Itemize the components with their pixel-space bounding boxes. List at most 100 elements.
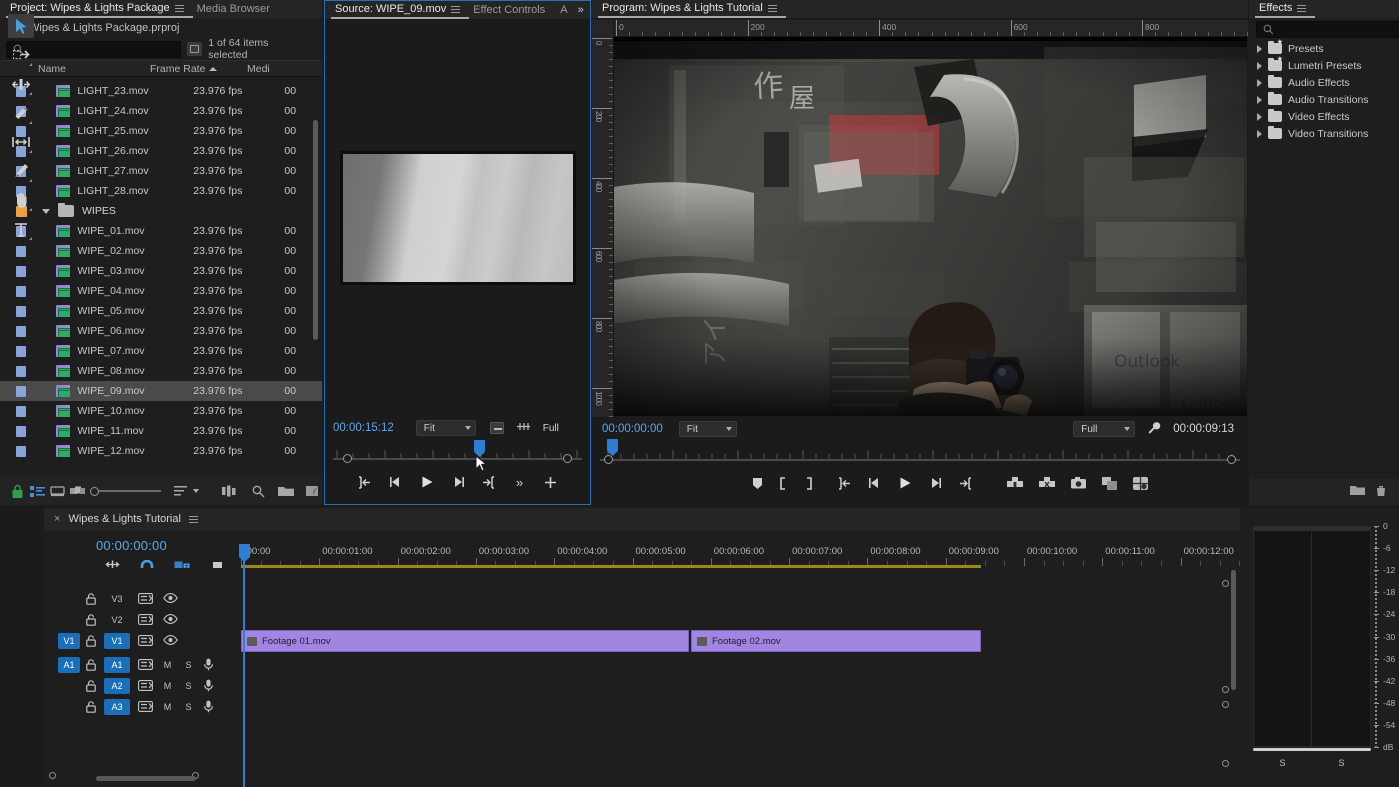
find-button[interactable] — [187, 42, 202, 56]
voice-over-record-icon[interactable] — [203, 700, 215, 713]
lock-track-icon[interactable] — [86, 593, 96, 604]
label-color-swatch[interactable] — [16, 246, 26, 257]
solo-track-button[interactable]: S — [182, 660, 195, 670]
timeline-vertical-scrollbar[interactable] — [1231, 570, 1236, 690]
automate-to-sequence-icon[interactable] — [220, 479, 240, 503]
track-lane-v3[interactable] — [241, 588, 1240, 609]
new-bin-icon[interactable] — [276, 479, 296, 503]
source-playhead[interactable] — [474, 440, 485, 452]
label-color-swatch[interactable] — [16, 446, 26, 457]
table-row[interactable]: WIPES — [0, 201, 322, 221]
select-playback-resolution-icon[interactable] — [490, 422, 504, 434]
chevron-right-icon[interactable] — [1257, 113, 1262, 121]
track-header-v3[interactable]: V3 — [44, 588, 241, 609]
timeline-ruler[interactable]: :00:0000:00:01:0000:00:02:0000:00:03:000… — [241, 544, 1240, 566]
mark-in-icon[interactable] — [356, 473, 374, 491]
disclosure-triangle-icon[interactable] — [38, 209, 54, 214]
tab-effect-controls[interactable]: Effect Controls — [469, 1, 554, 19]
timeline-horizontal-scrollbar[interactable] — [96, 776, 196, 781]
ripple-edit-tool[interactable] — [8, 72, 34, 96]
track-name-v3[interactable]: V3 — [104, 591, 130, 607]
effects-category-row[interactable]: Video Transitions — [1249, 125, 1399, 142]
lock-track-icon[interactable] — [86, 680, 96, 691]
go-to-out-icon[interactable] — [958, 474, 973, 492]
find-icon[interactable] — [248, 479, 268, 503]
table-row[interactable]: WIPE_05.mov23.976 fps00 — [0, 301, 322, 321]
mark-out-icon[interactable] — [480, 473, 498, 491]
track-lane-v2[interactable] — [241, 609, 1240, 630]
table-row[interactable]: LIGHT_25.mov23.976 fps00 — [0, 121, 322, 141]
timeline-clip[interactable]: Footage 02.mov — [691, 630, 981, 652]
effects-search-input[interactable] — [1274, 24, 1399, 35]
new-custom-bin-icon[interactable] — [1350, 485, 1365, 499]
zoom-slider-handle[interactable] — [90, 487, 99, 496]
label-color-swatch[interactable] — [16, 426, 26, 437]
close-sequence-icon[interactable]: × — [54, 513, 60, 525]
tab-audio-clip-mixer[interactable]: A — [554, 1, 573, 19]
chevron-right-icon[interactable] — [1257, 45, 1262, 53]
timeline-playhead-timecode[interactable]: 00:00:00:00 — [96, 538, 167, 553]
program-quality-dropdown[interactable]: Full — [1073, 421, 1135, 437]
mark-out-icon[interactable] — [804, 474, 813, 492]
extract-icon[interactable] — [1039, 474, 1055, 492]
program-out-handle[interactable] — [1227, 455, 1236, 464]
lock-track-icon[interactable] — [86, 614, 96, 625]
mute-track-button[interactable]: M — [161, 660, 174, 670]
bin-item-list[interactable]: LIGHT_23.mov23.976 fps00LIGHT_24.mov23.9… — [0, 81, 322, 471]
project-search-input[interactable] — [24, 44, 164, 55]
toggle-track-output-icon[interactable] — [163, 593, 178, 604]
table-row[interactable]: WIPE_12.mov23.976 fps00 — [0, 441, 322, 461]
delete-custom-item-icon[interactable] — [1375, 485, 1387, 500]
step-back-icon[interactable] — [868, 474, 882, 492]
source-scrub-track[interactable] — [333, 458, 582, 460]
track-lane-a3[interactable] — [241, 696, 1240, 717]
track-select-forward-tool[interactable] — [8, 43, 34, 67]
table-row[interactable]: LIGHT_27.mov23.976 fps00 — [0, 161, 322, 181]
sync-lock-icon[interactable] — [138, 614, 153, 625]
table-row[interactable]: WIPE_01.mov23.976 fps00 — [0, 221, 322, 241]
chevron-right-icon[interactable] — [1257, 62, 1262, 70]
lock-track-icon[interactable] — [86, 635, 96, 646]
track-height-dot-3[interactable] — [1222, 760, 1229, 767]
sort-chevron-icon[interactable] — [191, 479, 203, 503]
razor-tool[interactable] — [8, 101, 34, 125]
thumbnail-zoom-slider[interactable] — [90, 487, 161, 496]
settings-dots-icon[interactable] — [516, 422, 531, 434]
go-to-in-icon[interactable] — [837, 474, 852, 492]
program-playhead[interactable] — [607, 439, 618, 451]
label-color-swatch[interactable] — [16, 266, 26, 277]
table-row[interactable]: LIGHT_28.mov23.976 fps00 — [0, 181, 322, 201]
track-target-toggle-a3[interactable] — [58, 699, 80, 715]
table-row[interactable]: WIPE_08.mov23.976 fps00 — [0, 361, 322, 381]
hand-tool[interactable] — [8, 188, 34, 212]
track-lane-a2[interactable] — [241, 675, 1240, 696]
label-color-swatch[interactable] — [16, 406, 26, 417]
slip-tool[interactable] — [8, 130, 34, 154]
sync-lock-icon[interactable] — [138, 593, 153, 604]
solo-button-left-channel[interactable]: S — [1253, 755, 1312, 771]
sync-lock-icon[interactable] — [138, 635, 153, 646]
source-video-view[interactable] — [325, 19, 590, 416]
tabs-overflow-icon[interactable]: » — [574, 1, 594, 19]
tab-program[interactable]: Program: Wipes & Lights Tutorial — [598, 0, 786, 18]
transport-overflow-icon[interactable]: » — [511, 473, 529, 491]
track-lane-v1[interactable]: Footage 01.movFootage 02.mov — [241, 630, 1240, 651]
column-header-frame-rate[interactable]: Frame Rate — [150, 63, 247, 75]
table-row[interactable]: LIGHT_23.mov23.976 fps00 — [0, 81, 322, 101]
multicam-icon[interactable] — [1133, 474, 1148, 492]
effects-category-row[interactable]: Lumetri Presets — [1249, 57, 1399, 74]
project-locked-icon[interactable] — [8, 479, 28, 503]
track-target-toggle-a2[interactable] — [58, 678, 80, 694]
mark-in-icon[interactable] — [779, 474, 788, 492]
program-scrubber[interactable] — [592, 445, 1248, 465]
chevron-right-icon[interactable] — [1257, 96, 1262, 104]
source-in-handle[interactable] — [343, 454, 352, 463]
track-target-toggle-v1[interactable]: V1 — [58, 633, 80, 649]
selection-tool[interactable] — [8, 14, 34, 38]
new-item-icon[interactable] — [302, 479, 322, 503]
icon-view-icon[interactable] — [48, 479, 68, 503]
table-row[interactable]: WIPE_06.mov23.976 fps00 — [0, 321, 322, 341]
program-horizontal-ruler[interactable]: 020040060080010001200140016001800 — [614, 20, 1248, 37]
track-header-a2[interactable]: A2MS — [44, 675, 241, 696]
track-name-v1[interactable]: V1 — [104, 633, 130, 649]
